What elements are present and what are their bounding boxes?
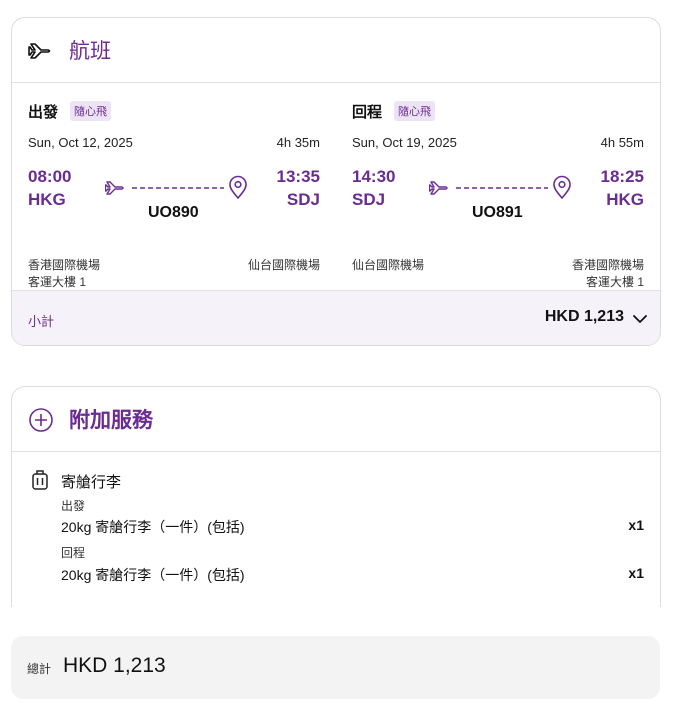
- subtotal-label: 小計: [28, 314, 55, 329]
- plane-icon: [429, 181, 448, 195]
- addons-card: 附加服務 寄艙行李 出發 20kg 寄艙行李（一件）(包括) x1 回程 20k…: [11, 386, 661, 607]
- addons-card-header: 附加服務: [12, 387, 660, 452]
- total-amount: HKD 1,213: [63, 654, 166, 677]
- outbound-arr-airport: 仙台國際機場: [247, 258, 320, 272]
- outbound-dep-code: HKG: [28, 190, 66, 209]
- return-duration: 4h 55m: [600, 135, 644, 150]
- outbound-dep-time: 08:00: [28, 167, 72, 186]
- subtotal-amount: HKD 1,213: [544, 308, 624, 325]
- fare-badge: 隨心飛: [394, 101, 435, 121]
- baggage-outbound-item: 20kg 寄艙行李（一件）(包括): [61, 519, 245, 535]
- subtotal-row[interactable]: 小計 HKD 1,213: [12, 290, 660, 345]
- return-leg: 回程 隨心飛 Sun, Oct 19, 2025 4h 55m 14:30 SD…: [352, 83, 644, 289]
- outbound-dep-airport: 香港國際機場: [28, 258, 101, 272]
- baggage-title: 寄艙行李: [61, 474, 122, 491]
- return-dep-time: 14:30: [352, 167, 396, 186]
- outbound-arr-code: SDJ: [286, 190, 320, 209]
- route-line: [105, 175, 247, 200]
- airplane-icon: [28, 43, 51, 59]
- flight-card-header: 航班: [12, 18, 660, 83]
- addons-section-title: 附加服務: [69, 409, 153, 432]
- outbound-arr-time: 13:35: [276, 167, 320, 186]
- return-arr-code: HKG: [606, 190, 644, 209]
- return-label: 回程: [352, 104, 383, 121]
- total-label: 總計: [27, 662, 52, 676]
- outbound-leg: 出發 隨心飛 Sun, Oct 12, 2025 4h 35m 08:00 HK…: [28, 83, 320, 289]
- return-arr-airport: 香港國際機場: [571, 258, 644, 272]
- outbound-label: 出發: [28, 104, 59, 121]
- return-flight-number: UO891: [472, 204, 523, 221]
- flight-card: 航班 出發 隨心飛 Sun, Oct 12, 2025 4h 35m 08:00…: [11, 17, 661, 346]
- outbound-date: Sun, Oct 12, 2025: [28, 135, 133, 150]
- location-pin-icon: [553, 175, 571, 200]
- outbound-duration: 4h 35m: [276, 135, 320, 150]
- return-arr-time: 18:25: [600, 167, 644, 186]
- return-arr-terminal: 客運大樓 1: [585, 275, 644, 289]
- chevron-down-icon[interactable]: [632, 311, 648, 327]
- return-dep-code: SDJ: [352, 190, 386, 209]
- location-pin-icon: [229, 175, 247, 200]
- route-line: [429, 175, 571, 200]
- outbound-dep-terminal: 客運大樓 1: [28, 275, 87, 289]
- baggage-return-item: 20kg 寄艙行李（一件）(包括): [61, 567, 245, 583]
- luggage-icon: [32, 470, 48, 490]
- fare-badge: 隨心飛: [70, 101, 111, 121]
- flight-section-title: 航班: [69, 40, 111, 63]
- total-bar: 總計 HKD 1,213: [11, 636, 660, 699]
- return-dep-airport: 仙台國際機場: [352, 258, 425, 272]
- baggage-return-label: 回程: [61, 546, 86, 560]
- return-date: Sun, Oct 19, 2025: [352, 135, 457, 150]
- plane-icon: [105, 181, 124, 195]
- baggage-return-qty: x1: [628, 565, 644, 581]
- baggage-outbound-label: 出發: [61, 499, 86, 513]
- outbound-flight-number: UO890: [148, 204, 199, 221]
- baggage-outbound-qty: x1: [628, 517, 644, 533]
- plus-circle-icon: [29, 408, 53, 432]
